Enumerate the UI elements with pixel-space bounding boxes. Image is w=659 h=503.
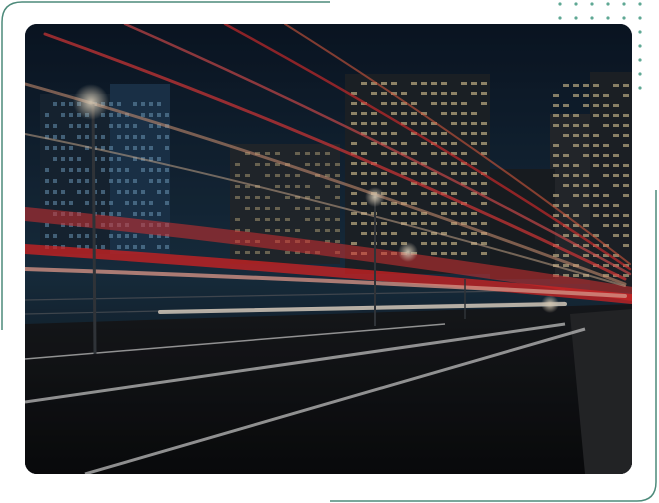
decor-dot (558, 2, 562, 6)
decor-dot (638, 44, 642, 48)
decor-dot (638, 86, 642, 90)
decor-dot (622, 2, 626, 6)
photo-illustration (25, 24, 632, 474)
decor-dot (638, 58, 642, 62)
decor-dot (590, 2, 594, 6)
decor-dot (638, 16, 642, 20)
decor-dot (574, 2, 578, 6)
decor-dot (606, 16, 610, 20)
city-night-photo (25, 24, 632, 474)
decor-dot (622, 16, 626, 20)
decor-dot (558, 16, 562, 20)
photo-overlay (25, 24, 632, 474)
decor-dot (638, 2, 642, 6)
decor-dot (574, 16, 578, 20)
decor-dot (638, 30, 642, 34)
decor-dot (590, 16, 594, 20)
decor-dot (638, 72, 642, 76)
decor-dot (606, 2, 610, 6)
